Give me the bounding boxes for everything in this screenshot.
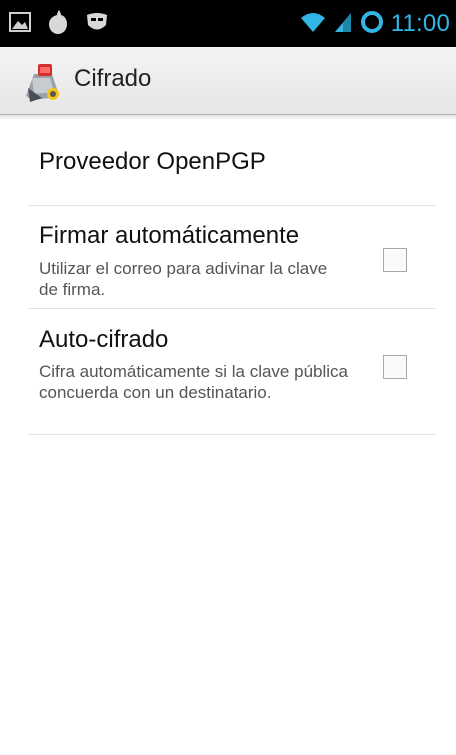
- preferences-list: Proveedor OpenPGP Firmar automáticamente…: [0, 115, 456, 435]
- auto-encrypt-checkbox[interactable]: [383, 355, 407, 379]
- wifi-icon: [299, 10, 327, 39]
- page-title: Cifrado: [74, 65, 152, 92]
- status-time: 11:00: [390, 10, 450, 37]
- drop-icon: [46, 8, 70, 41]
- pref-title: Auto-cifrado: [39, 326, 169, 353]
- auto-sign-checkbox[interactable]: [383, 248, 407, 272]
- system-icons: 11:00: [299, 6, 450, 42]
- pref-auto-encrypt[interactable]: Auto-cifrado Cifra automáticamente si la…: [28, 309, 436, 435]
- mask-icon: [84, 9, 110, 40]
- pref-summary: Utilizar el correo para adivinar la clav…: [39, 259, 328, 299]
- pref-openpgp-provider[interactable]: Proveedor OpenPGP: [28, 115, 436, 206]
- pref-title: Proveedor OpenPGP: [39, 148, 266, 175]
- app-icon[interactable]: [20, 58, 66, 104]
- pref-auto-sign[interactable]: Firmar automáticamente Utilizar el corre…: [28, 206, 436, 309]
- notification-icons: [8, 8, 110, 40]
- sync-ring-icon: [359, 9, 385, 40]
- gallery-icon: [8, 10, 32, 39]
- action-bar: Cifrado: [0, 47, 456, 120]
- pref-title: Firmar automáticamente: [39, 222, 300, 249]
- pref-summary: Cifra automáticamente si la clave públic…: [39, 362, 348, 402]
- status-bar: 11:00: [0, 0, 456, 47]
- signal-icon: [333, 10, 353, 39]
